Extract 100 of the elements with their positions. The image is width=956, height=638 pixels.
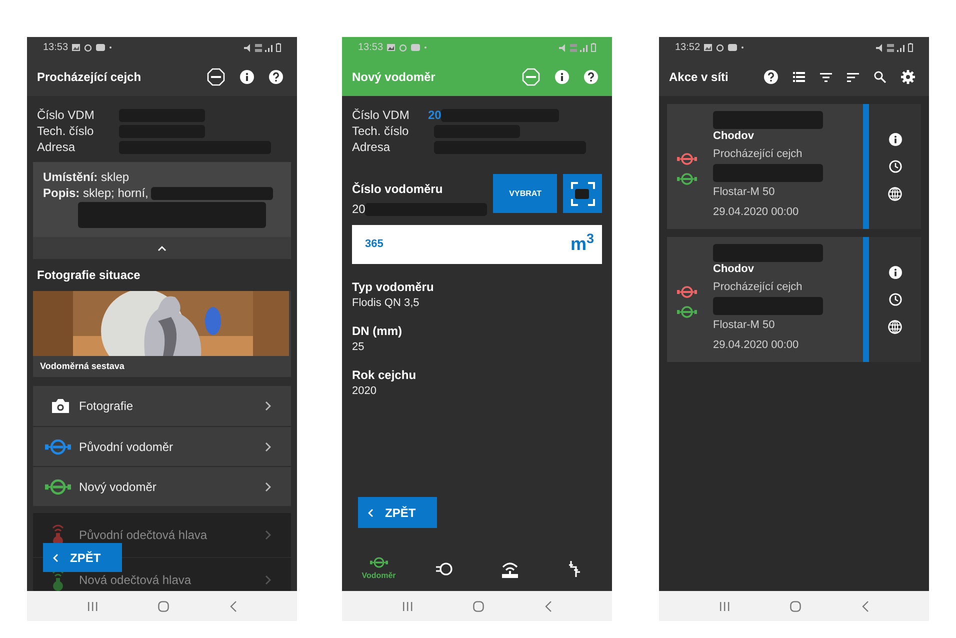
- scan-button[interactable]: [563, 174, 602, 213]
- mute-icon: [244, 44, 252, 52]
- home-icon[interactable]: [473, 600, 484, 612]
- recent-apps-icon[interactable]: [719, 602, 730, 610]
- stop-sign-icon[interactable]: [207, 68, 225, 86]
- spec-label: DN (mm): [352, 323, 403, 339]
- reading-value: 365: [365, 237, 384, 252]
- menu-item[interactable]: Fotografie: [79, 399, 134, 413]
- gallery-icon: [387, 44, 396, 51]
- clock-icon[interactable]: [888, 292, 902, 306]
- water-meter-icon: [677, 306, 697, 318]
- clock-icon[interactable]: [888, 160, 902, 172]
- card-city: Chodov: [713, 262, 755, 277]
- info-icon[interactable]: [888, 266, 902, 278]
- card-date: 29.04.2020 00:00: [713, 338, 800, 353]
- card-model: Flostar-M 50: [713, 318, 776, 333]
- pipe-fitting-icon[interactable]: [569, 561, 582, 577]
- field-value: 20: [352, 201, 366, 218]
- spec-value: Flodis QN 3,5: [352, 296, 420, 311]
- sort-icon[interactable]: [847, 72, 859, 82]
- action-card[interactable]: Chodov Procházející cejch Flostar-M 50 29.04.2020 00:00: [667, 104, 921, 229]
- water-meter-icon: [677, 152, 697, 164]
- chevron-left-icon: [368, 508, 373, 516]
- description-text: Popis: sklep; horní,: [43, 185, 148, 201]
- back-icon[interactable]: [230, 600, 237, 612]
- back-icon[interactable]: [544, 600, 552, 612]
- card-date: 29.04.2020 00:00: [713, 205, 800, 220]
- select-button[interactable]: VYBRAT: [493, 174, 558, 213]
- chevron-right-icon[interactable]: [265, 482, 271, 492]
- globe-icon[interactable]: [888, 320, 902, 334]
- info-icon[interactable]: [555, 70, 569, 84]
- nav-label: Vodoměr: [362, 570, 396, 582]
- back-button[interactable]: ZPĚT: [358, 497, 437, 528]
- camera-icon: [52, 399, 68, 413]
- globe-icon[interactable]: [888, 186, 902, 200]
- signal-icon: [897, 44, 905, 52]
- menu-item[interactable]: Nový vodoměr: [79, 480, 156, 494]
- scan-icon: [570, 182, 595, 206]
- info-icon[interactable]: [240, 70, 254, 84]
- mute-icon: [559, 44, 567, 52]
- network-icon: [255, 44, 262, 52]
- loop-icon[interactable]: [436, 562, 453, 576]
- section-title: Fotografie situace: [36, 267, 142, 284]
- video-icon: [96, 44, 106, 51]
- chevron-right-icon[interactable]: [265, 401, 271, 411]
- card-city: Chodov: [713, 129, 755, 144]
- info-icon[interactable]: [888, 132, 902, 146]
- alarm-icon: [399, 44, 408, 52]
- home-icon[interactable]: [790, 600, 802, 612]
- card-action: Procházející cejch: [713, 147, 804, 162]
- home-icon[interactable]: [158, 600, 170, 612]
- video-icon: [411, 44, 420, 51]
- status-time: 13:53: [358, 41, 384, 55]
- chevron-up-icon: [158, 246, 166, 250]
- mute-icon: [876, 44, 884, 52]
- video-icon: [728, 44, 738, 51]
- field-label: Adresa: [352, 139, 392, 155]
- chevron-right-icon[interactable]: [265, 442, 271, 452]
- battery-icon: [908, 43, 913, 52]
- spec-label: Rok cejchu: [352, 367, 418, 383]
- reading-field[interactable]: 365 m$^{3}$: [352, 225, 602, 264]
- action-card[interactable]: Chodov Procházející cejch Flostar-M 50 29.04.2020 00:00: [667, 237, 921, 362]
- screen-title: Akce v síti: [669, 69, 728, 86]
- spec-value: 2020: [352, 384, 378, 399]
- settings-icon[interactable]: [901, 70, 915, 84]
- help-icon[interactable]: [269, 70, 283, 84]
- field-label: Tech. číslo: [37, 123, 95, 139]
- nav-tab[interactable]: Vodoměr: [348, 550, 410, 588]
- screen-title: Nový vodoměr: [352, 69, 436, 86]
- field-label: Číslo VDM: [37, 107, 96, 123]
- signal-icon: [265, 44, 273, 52]
- menu-item[interactable]: Původní vodoměr: [79, 440, 174, 454]
- back-icon[interactable]: [862, 600, 869, 612]
- gallery-icon: [72, 44, 80, 51]
- back-button[interactable]: ZPĚT: [43, 543, 122, 572]
- recent-apps-icon[interactable]: [87, 602, 98, 610]
- network-icon: [570, 44, 577, 52]
- screen-title: Procházející cejch: [37, 69, 142, 86]
- search-icon[interactable]: [874, 71, 886, 83]
- wireless-module-icon[interactable]: [500, 560, 519, 578]
- battery-icon: [276, 43, 281, 52]
- photo-card[interactable]: Vodoměrná sestava: [33, 291, 291, 377]
- location-text: Umístění: sklep: [43, 169, 130, 185]
- alarm-icon: [84, 44, 92, 52]
- field-label: Číslo VDM: [352, 107, 410, 123]
- gallery-icon: [704, 44, 712, 51]
- alarm-icon: [716, 44, 724, 52]
- list-icon[interactable]: [793, 72, 805, 82]
- recent-apps-icon[interactable]: [402, 602, 414, 610]
- help-icon[interactable]: [584, 70, 598, 84]
- signal-icon: [580, 44, 588, 52]
- status-time: 13:52: [675, 41, 700, 55]
- field-value: 20: [428, 107, 442, 123]
- photo-caption: Vodoměrná sestava: [39, 360, 126, 373]
- chevron-left-icon: [53, 554, 58, 562]
- dot-icon: [741, 46, 744, 49]
- filter-icon[interactable]: [820, 72, 832, 82]
- network-icon: [887, 44, 894, 52]
- card-model: Flostar-M 50: [713, 185, 776, 200]
- help-icon[interactable]: [764, 70, 778, 84]
